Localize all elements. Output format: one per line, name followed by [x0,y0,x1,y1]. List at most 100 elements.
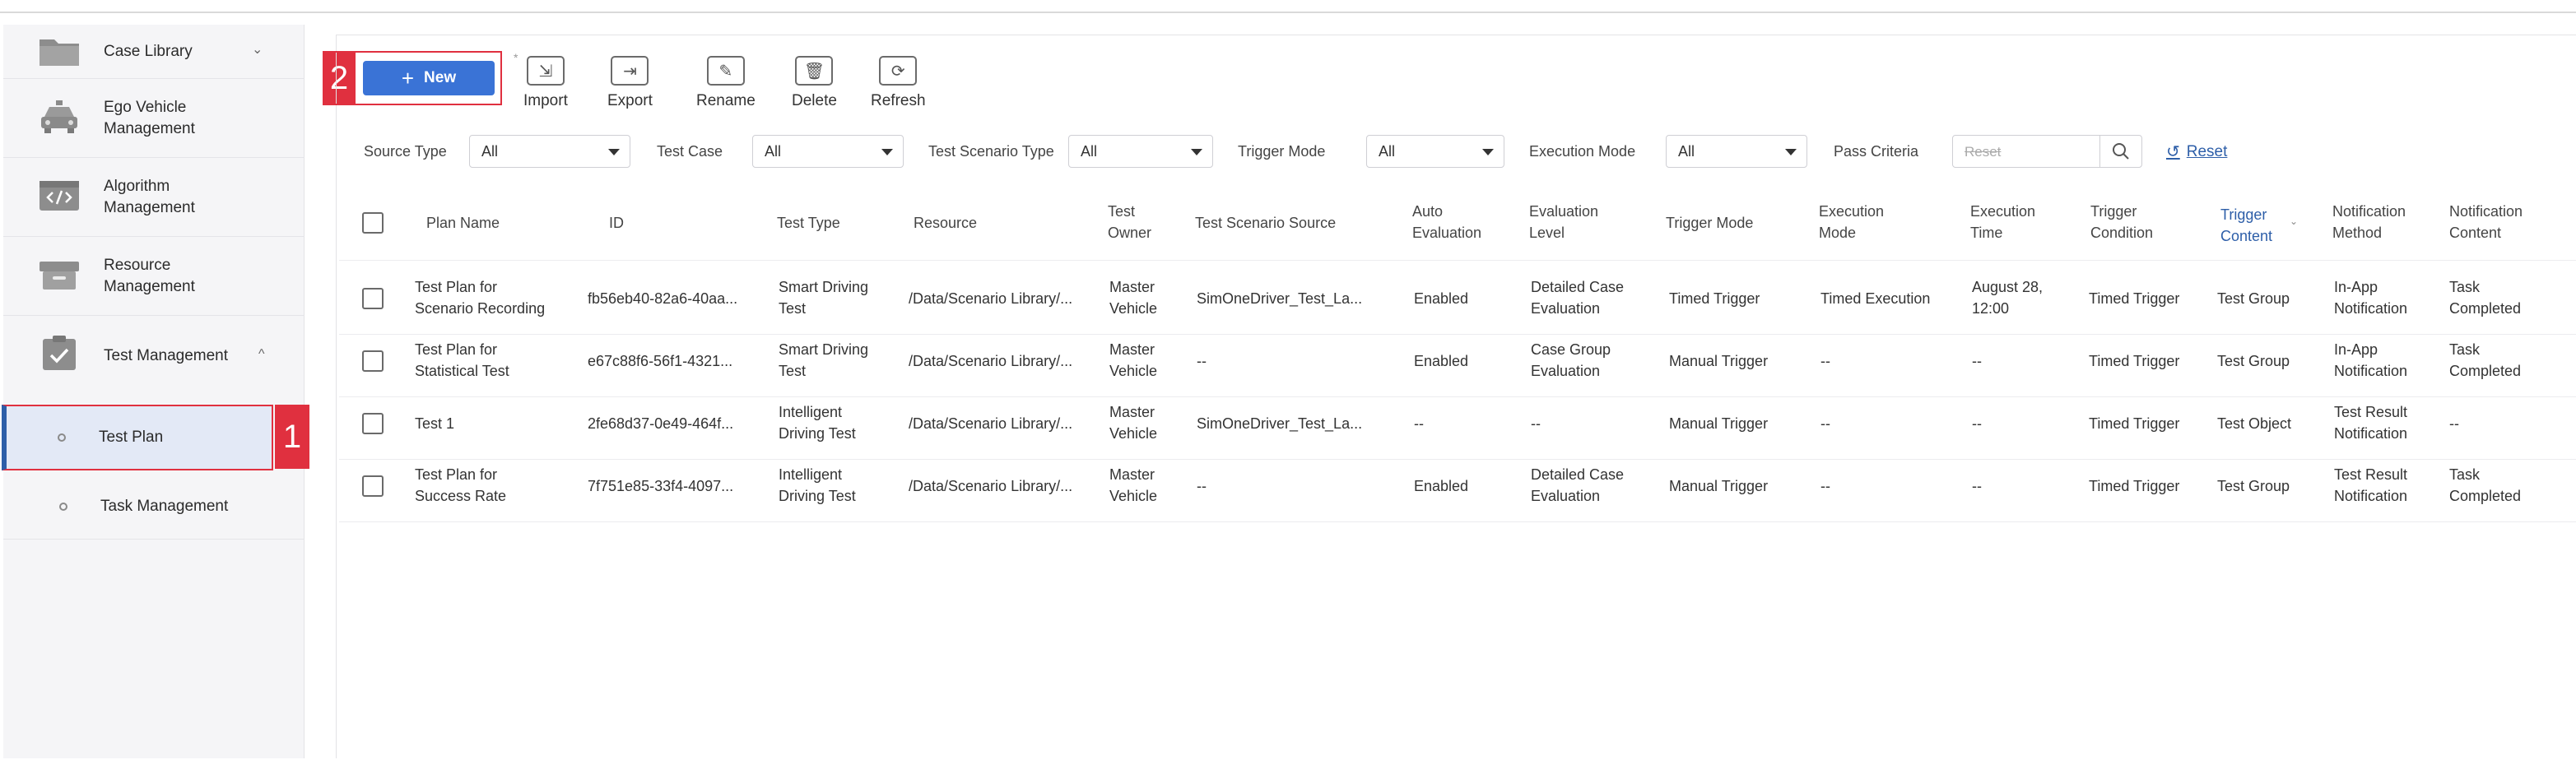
header-trigger-condition[interactable]: Trigger Condition [2090,201,2153,243]
reset-link[interactable]: ↺ Reset [2166,141,2227,162]
caret-down-icon [1785,149,1797,155]
caret-down-icon [881,149,893,155]
cell-trigger-content: Test Object [2217,415,2292,432]
trigger-mode-select[interactable]: All [1366,135,1504,168]
row-checkbox[interactable] [362,288,384,309]
rename-button[interactable]: ✎ Rename [696,56,756,110]
sidebar: Case Library ⌄ Ego Vehicle Management Al… [2,25,305,758]
cell-plan-name[interactable]: Test Plan for Success Rate [415,464,506,507]
cell-trigger-condition: Timed Trigger [2089,415,2180,432]
cell-auto-eval: Enabled [1414,478,1469,494]
cell-trigger-mode: Manual Trigger [1669,415,1769,432]
sidebar-item-label: Ego Vehicle Management [104,99,195,137]
sort-icon[interactable]: ⌄ [2290,215,2298,227]
sidebar-item-algorithm[interactable]: Algorithm Management [3,158,305,237]
cell-resource: /Data/Scenario Library/... [909,290,1073,307]
header-trigger-content[interactable]: Trigger Content [2220,204,2272,247]
row-divider [339,396,2576,397]
cell-plan-name[interactable]: Test Plan for Statistical Test [415,339,509,382]
cell-auto-eval: Enabled [1414,290,1469,307]
sidebar-subitem-test-plan[interactable]: Test Plan [2,405,273,470]
export-button[interactable]: ⇥ Export [607,56,653,110]
header-execution-time[interactable]: Execution Time [1970,201,2035,243]
cell-eval-level: Detailed Case Evaluation [1531,466,1625,504]
test-scenario-type-select[interactable]: All [1068,135,1213,168]
sidebar-subitem-task-management[interactable]: Task Management [3,474,305,540]
header-notification-method[interactable]: Notification Method [2332,201,2406,243]
header-trigger-mode[interactable]: Trigger Mode [1666,212,1753,234]
header-notification-content[interactable]: Notification Content [2449,201,2523,243]
search-button[interactable] [2099,135,2142,168]
cell-execution-time: -- [1972,353,1982,369]
sidebar-item-test-management[interactable]: Test Management ^ [3,316,305,395]
header-test-type[interactable]: Test Type [777,212,840,234]
sidebar-item-case-library[interactable]: Case Library ⌄ [3,25,305,79]
select-all-checkbox[interactable] [362,212,384,234]
top-divider [0,12,2576,13]
edit-icon: ✎ [706,56,745,86]
test-case-select[interactable]: All [752,135,904,168]
cell-trigger-content: Test Group [2217,478,2290,494]
header-plan-name[interactable]: Plan Name [426,212,500,234]
new-button[interactable]: + New [363,61,495,95]
export-label: Export [607,92,653,109]
folder-icon [40,39,79,66]
cell-test-type: Smart Driving Test [779,279,869,317]
select-value: All [765,143,782,160]
cell-scenario-source: SimOneDriver_Test_La... [1197,415,1363,432]
cell-plan-name[interactable]: Test 1 [415,413,454,434]
import-button[interactable]: ⇲ Import [523,56,568,110]
cell-notification-method: Test Result Notification [2334,404,2408,442]
test-scenario-type-label: Test Scenario Type [928,143,1054,160]
row-checkbox[interactable] [362,413,384,434]
sidebar-item-label: Algorithm Management [104,178,195,216]
row-checkbox[interactable] [362,350,384,372]
cell-notification-content: Task Completed [2449,466,2522,504]
cell-test-owner: Master Vehicle [1109,279,1158,317]
box-icon [40,262,79,290]
bullet-icon [58,433,66,442]
header-scenario-source[interactable]: Test Scenario Source [1195,212,1336,234]
trigger-mode-label: Trigger Mode [1238,143,1326,160]
header-id[interactable]: ID [609,212,624,234]
refresh-label: Refresh [871,92,926,109]
cell-auto-eval: Enabled [1414,353,1469,369]
cell-trigger-mode: Manual Trigger [1669,353,1769,369]
sidebar-item-resource[interactable]: Resource Management [3,237,305,316]
source-type-select[interactable]: All [469,135,630,168]
header-resource[interactable]: Resource [914,212,977,234]
cell-id: fb56eb40-82a6-40aa... [588,290,738,307]
execution-mode-select[interactable]: All [1666,135,1807,168]
trash-icon: 🗑 [795,56,834,86]
cell-id: 2fe68d37-0e49-464f... [588,415,734,432]
cell-notification-content: -- [2449,415,2459,432]
caret-down-icon [1191,149,1202,155]
cell-trigger-content: Test Group [2217,290,2290,307]
cell-trigger-content: Test Group [2217,353,2290,369]
row-divider [339,459,2576,460]
execution-mode-label: Execution Mode [1529,143,1636,160]
caret-down-icon [608,149,620,155]
cell-notification-content: Task Completed [2449,279,2522,317]
chevron-up-icon[interactable]: ^ [258,347,265,362]
cell-id: e67c88f6-56f1-4321... [588,353,733,369]
row-divider [339,521,2576,522]
code-icon [40,181,79,211]
delete-button[interactable]: 🗑 Delete [792,56,837,110]
header-evaluation-level[interactable]: Evaluation Level [1529,201,1598,243]
chevron-down-icon[interactable]: ⌄ [252,41,263,58]
header-auto-evaluation[interactable]: Auto Evaluation [1412,201,1481,243]
cell-plan-name[interactable]: Test Plan for Scenario Recording [415,276,545,319]
sidebar-item-ego-vehicle[interactable]: Ego Vehicle Management [3,79,305,158]
pass-criteria-label: Pass Criteria [1834,143,1919,160]
cell-eval-level: Detailed Case Evaluation [1531,279,1625,317]
refresh-button[interactable]: ⟳ Refresh [871,56,926,110]
header-execution-mode[interactable]: Execution Mode [1819,201,1884,243]
sidebar-subitem-label: Task Management [100,497,229,515]
search-placeholder: Reset [1965,144,2002,160]
row-checkbox[interactable] [362,475,384,497]
header-test-owner[interactable]: Test Owner [1108,201,1151,243]
select-value: All [481,143,499,160]
search-icon [2113,143,2129,160]
search-input[interactable]: Reset [1952,135,2100,168]
